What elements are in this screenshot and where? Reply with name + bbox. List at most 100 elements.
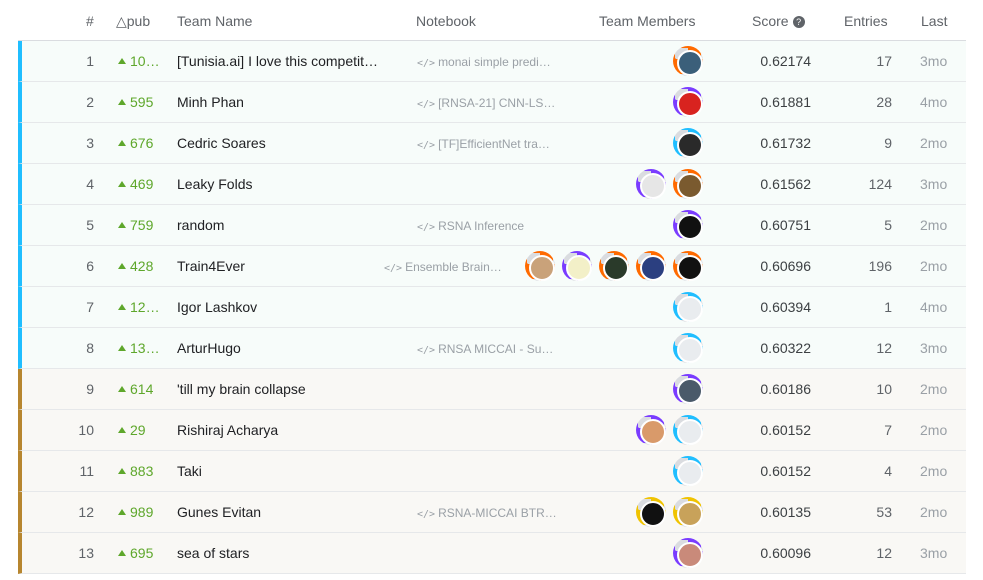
avatar[interactable]	[636, 415, 666, 445]
avatar[interactable]	[673, 415, 703, 445]
table-row[interactable]: 10 29 Rishiraj Acharya 0.60152 7 2mo	[18, 410, 966, 451]
table-row[interactable]: 4 469 Leaky Folds 0.61562 124 3mo	[18, 164, 966, 205]
avatar[interactable]	[673, 46, 703, 76]
table-row[interactable]: 5 759 random </> RSNA Inference 0.60751 5 2mo	[18, 205, 966, 246]
notebook-link[interactable]: </> [TF]EfficientNet tra…	[417, 137, 550, 151]
triangle-up-icon	[118, 386, 126, 392]
avatar[interactable]	[673, 333, 703, 363]
column-score[interactable]: Score?	[752, 13, 805, 29]
notebook-link[interactable]: </> monai simple predi…	[417, 55, 551, 69]
team-name-link[interactable]: [Tunisia.ai] I love this competit…	[177, 53, 397, 69]
table-row[interactable]: 12 989 Gunes Evitan </> RSNA-MICCAI BTR… 0.60…	[18, 492, 966, 533]
avatar-image	[677, 378, 703, 404]
avatar[interactable]	[673, 128, 703, 158]
team-name-link[interactable]: 'till my brain collapse	[177, 381, 397, 397]
column-rank[interactable]: #	[86, 13, 94, 29]
last-submission-cell: 2mo	[920, 381, 948, 397]
team-name-link[interactable]: Rishiraj Acharya	[177, 422, 397, 438]
table-row[interactable]: 13 695 sea of stars 0.60096 12 3mo	[18, 533, 966, 574]
triangle-up-icon	[118, 304, 126, 310]
table-row[interactable]: 2 595 Minh Phan </> [RNSA-21] CNN-LS… 0.61881…	[18, 82, 966, 123]
avatar-image	[677, 132, 703, 158]
avatar[interactable]	[636, 497, 666, 527]
last-submission-cell: 2mo	[920, 504, 948, 520]
rank-cell: 2	[86, 94, 94, 110]
score-cell: 0.62174	[760, 53, 811, 69]
avatar-image	[640, 255, 666, 281]
entries-cell: 196	[868, 258, 892, 274]
table-row[interactable]: 3 676 Cedric Soares </> [TF]EfficientNet tra…	[18, 123, 966, 164]
table-row[interactable]: 7 12… Igor Lashkov 0.60394 1 4mo	[18, 287, 966, 328]
avatar[interactable]	[562, 251, 592, 281]
team-name-link[interactable]: sea of stars	[177, 545, 397, 561]
delta-pub-value: 759	[130, 217, 154, 233]
avatar[interactable]	[636, 251, 666, 281]
team-name-link[interactable]: Igor Lashkov	[177, 299, 397, 315]
entries-cell: 5	[884, 217, 892, 233]
notebook-link[interactable]: </> RSNA-MICCAI BTR…	[417, 506, 557, 520]
column-delta-pub[interactable]: △pub	[116, 13, 150, 30]
avatar[interactable]	[673, 538, 703, 568]
delta-pub-cell: 12…	[118, 299, 160, 315]
avatar[interactable]	[673, 87, 703, 117]
notebook-link[interactable]: </> Ensemble Brain…	[384, 260, 502, 274]
score-cell: 0.61562	[760, 176, 811, 192]
entries-cell: 1	[884, 299, 892, 315]
notebook-title: monai simple predi…	[438, 55, 551, 69]
team-name-link[interactable]: Train4Ever	[177, 258, 397, 274]
column-entries[interactable]: Entries	[844, 13, 888, 29]
last-submission-cell: 2mo	[920, 463, 948, 479]
delta-pub-value: 614	[130, 381, 154, 397]
avatar-image	[677, 337, 703, 363]
score-cell: 0.60096	[760, 545, 811, 561]
delta-pub-cell: 29	[118, 422, 146, 438]
delta-pub-value: 469	[130, 176, 154, 192]
table-row[interactable]: 11 883 Taki 0.60152 4 2mo	[18, 451, 966, 492]
column-notebook[interactable]: Notebook	[416, 13, 476, 29]
avatar-image	[677, 501, 703, 527]
team-name-link[interactable]: Gunes Evitan	[177, 504, 397, 520]
entries-cell: 4	[884, 463, 892, 479]
question-circle-icon[interactable]: ?	[792, 16, 805, 28]
notebook-link[interactable]: </> RSNA Inference	[417, 219, 524, 233]
table-row[interactable]: 9 614 'till my brain collapse 0.60186 10 2mo	[18, 369, 966, 410]
avatar[interactable]	[673, 210, 703, 240]
delta-pub-cell: 469	[118, 176, 153, 192]
last-submission-cell: 3mo	[920, 176, 948, 192]
notebook-title: [RNSA-21] CNN-LS…	[438, 96, 556, 110]
delta-pub-cell: 676	[118, 135, 153, 151]
last-submission-cell: 2mo	[920, 258, 948, 274]
table-row[interactable]: 1 10… [Tunisia.ai] I love this competit… </…	[18, 41, 966, 82]
notebook-link[interactable]: </> RNSA MICCAI - Su…	[417, 342, 553, 356]
notebook-link[interactable]: </> [RNSA-21] CNN-LS…	[417, 96, 555, 110]
delta-pub-value: 29	[130, 422, 146, 438]
avatar[interactable]	[673, 497, 703, 527]
team-name-link[interactable]: Minh Phan	[177, 94, 397, 110]
notebook-title: [TF]EfficientNet tra…	[438, 137, 550, 151]
team-name-link[interactable]: Taki	[177, 463, 397, 479]
delta-pub-value: 676	[130, 135, 154, 151]
rank-cell: 8	[86, 340, 94, 356]
column-team-name[interactable]: Team Name	[177, 13, 252, 29]
triangle-up-icon	[118, 58, 126, 64]
avatar[interactable]	[599, 251, 629, 281]
avatar[interactable]	[673, 456, 703, 486]
avatar-image	[677, 460, 703, 486]
rank-cell: 1	[86, 53, 94, 69]
team-name-link[interactable]: ArturHugo	[177, 340, 397, 356]
table-row[interactable]: 8 13… ArturHugo </> RNSA MICCAI - Su… 0.60322…	[18, 328, 966, 369]
avatar-image	[677, 173, 703, 199]
column-team-members[interactable]: Team Members	[599, 13, 695, 29]
avatar[interactable]	[673, 169, 703, 199]
last-submission-cell: 2mo	[920, 135, 948, 151]
avatar[interactable]	[673, 374, 703, 404]
avatar[interactable]	[673, 292, 703, 322]
team-name-link[interactable]: Leaky Folds	[177, 176, 397, 192]
column-last[interactable]: Last	[921, 13, 947, 29]
avatar[interactable]	[525, 251, 555, 281]
team-name-link[interactable]: random	[177, 217, 397, 233]
table-row[interactable]: 6 428 Train4Ever </> Ensemble Brain… 0.60696 1…	[18, 246, 966, 287]
avatar[interactable]	[636, 169, 666, 199]
team-name-link[interactable]: Cedric Soares	[177, 135, 397, 151]
avatar[interactable]	[673, 251, 703, 281]
